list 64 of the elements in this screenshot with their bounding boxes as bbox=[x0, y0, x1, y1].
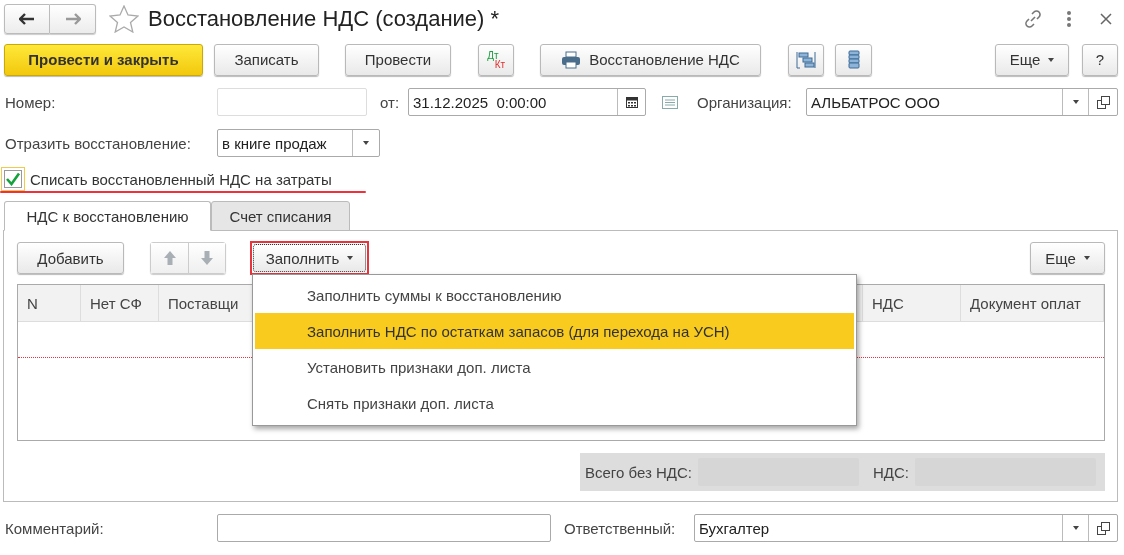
reflect-select[interactable]: в книге продаж bbox=[217, 129, 380, 157]
number-label: Номер: bbox=[5, 93, 57, 111]
structure-button[interactable] bbox=[788, 43, 824, 76]
arrow-up-icon bbox=[162, 250, 177, 266]
move-down-button[interactable] bbox=[188, 243, 225, 273]
link-icon[interactable] bbox=[1022, 8, 1044, 30]
dropdown-icon bbox=[1072, 526, 1079, 530]
organization-field[interactable]: АЛЬБАТРОС ООО bbox=[806, 88, 1118, 116]
arrow-down-icon bbox=[200, 250, 214, 266]
hierarchy-icon bbox=[796, 50, 816, 69]
writeoff-checkbox[interactable] bbox=[4, 170, 22, 188]
print-button[interactable]: Восстановление НДС bbox=[540, 43, 761, 76]
column-header[interactable]: Нет СФ bbox=[81, 285, 159, 321]
post-and-close-button[interactable]: Провести и закрыть bbox=[4, 43, 203, 76]
check-icon bbox=[5, 172, 21, 186]
printer-icon bbox=[561, 50, 582, 69]
menu-item[interactable]: Установить признаки доп. листа bbox=[253, 349, 856, 385]
stack-icon bbox=[847, 49, 860, 70]
tab[interactable]: Счет списания bbox=[211, 201, 350, 231]
list-button[interactable] bbox=[835, 43, 872, 76]
column-header[interactable]: НДС bbox=[863, 285, 961, 321]
save-button[interactable]: Записать bbox=[214, 43, 319, 76]
more-button[interactable]: Еще bbox=[1030, 242, 1105, 274]
more-icon[interactable] bbox=[1066, 10, 1072, 28]
caret-icon bbox=[1083, 256, 1090, 260]
tab[interactable]: НДС к восстановлению bbox=[4, 201, 211, 231]
move-up-button[interactable] bbox=[151, 243, 188, 273]
back-button[interactable] bbox=[4, 4, 50, 34]
open-icon bbox=[1096, 95, 1110, 109]
writeoff-label[interactable]: Списать восстановленный НДС на затраты bbox=[30, 170, 332, 188]
star-icon[interactable] bbox=[109, 5, 139, 33]
dropdown-icon bbox=[1072, 100, 1079, 104]
organization-label: Организация: bbox=[697, 93, 793, 111]
dropdown-icon bbox=[363, 141, 369, 145]
add-button[interactable]: Добавить bbox=[17, 242, 124, 274]
reflect-label: Отразить восстановление: bbox=[5, 134, 192, 152]
number-field[interactable] bbox=[217, 88, 367, 116]
close-icon[interactable] bbox=[1100, 13, 1112, 25]
menu-item[interactable]: Снять признаки доп. листа bbox=[253, 385, 856, 421]
comment-label: Комментарий: bbox=[5, 519, 105, 537]
column-header[interactable]: Документ оплат bbox=[961, 285, 1104, 321]
comment-field[interactable] bbox=[217, 514, 551, 542]
column-header[interactable]: N bbox=[18, 285, 81, 321]
caret-icon bbox=[347, 256, 354, 260]
open-icon bbox=[1096, 521, 1110, 535]
window-title: Восстановление НДС (создание) * bbox=[148, 6, 500, 32]
total-vat-label: НДС: bbox=[873, 463, 909, 481]
caret-icon bbox=[1048, 57, 1055, 62]
total-net-label: Всего без НДС: bbox=[585, 463, 692, 481]
help-button[interactable]: ? bbox=[1082, 43, 1118, 76]
responsible-field[interactable]: Бухгалтер bbox=[694, 514, 1118, 542]
debit-credit-button[interactable]: Дт Кт bbox=[478, 43, 514, 76]
more-button[interactable]: Еще bbox=[995, 43, 1069, 76]
calendar-icon bbox=[625, 96, 638, 108]
menu-item[interactable]: Заполнить НДС по остаткам запасов (для перехода на УСН) bbox=[255, 313, 854, 349]
post-button[interactable]: Провести bbox=[345, 43, 451, 76]
arrow-right-icon bbox=[64, 13, 81, 25]
arrow-left-icon bbox=[19, 13, 35, 25]
menu-item[interactable]: Заполнить суммы к восстановлению bbox=[253, 277, 856, 313]
document-icon[interactable] bbox=[662, 95, 678, 109]
date-field[interactable]: 31.12.2025 0:00:00 bbox=[408, 88, 646, 116]
responsible-label: Ответственный: bbox=[564, 519, 677, 537]
date-label: от: bbox=[380, 93, 401, 111]
fill-button[interactable]: Заполнить bbox=[253, 244, 366, 272]
